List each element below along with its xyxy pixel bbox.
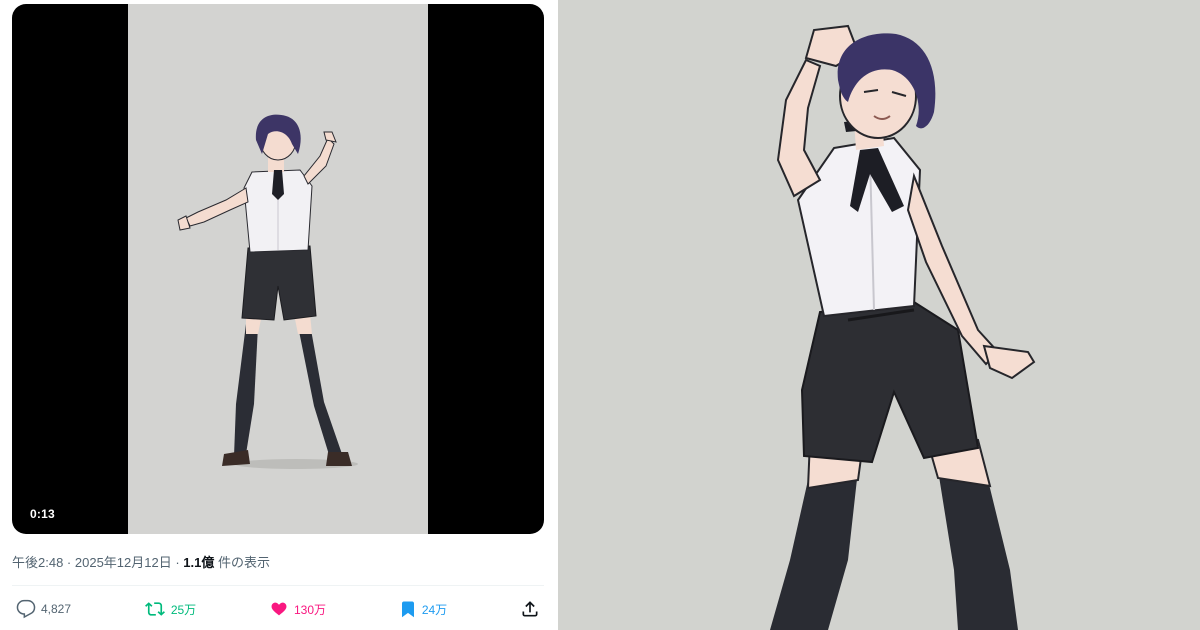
repost-arrows-icon	[144, 602, 165, 616]
share-button[interactable]	[520, 599, 540, 619]
view-count: 1.1億	[183, 555, 215, 570]
zoomed-video-still	[558, 0, 1200, 630]
like-button[interactable]: 130万	[269, 599, 326, 619]
action-bar: 4,827 25万 130万 24万	[12, 596, 544, 622]
meta-separator: ·	[171, 555, 184, 570]
video-player[interactable]: 0:13	[12, 4, 544, 534]
dancing-character-closeup	[770, 24, 1036, 630]
heart-icon	[271, 602, 287, 616]
repost-button[interactable]: 25万	[144, 599, 196, 619]
divider	[12, 585, 544, 586]
video-frame	[128, 4, 428, 534]
tweet-date[interactable]: 2025年12月12日	[75, 555, 172, 570]
bookmark-icon	[401, 601, 414, 618]
tweet-metadata: 午後2:48 · 2025年12月12日 · 1.1億 件の表示	[12, 552, 544, 571]
meta-separator: ·	[63, 555, 75, 570]
dancing-character-illustration	[177, 114, 358, 469]
video-timestamp: 0:13	[30, 507, 55, 521]
tweet-time[interactable]: 午後2:48	[12, 555, 63, 570]
reply-bubble-icon	[16, 599, 36, 619]
like-count: 130万	[293, 602, 327, 617]
tweet-card: 0:13 午後2:48 · 2025年12月12日 · 1.1億 件の表示 4,…	[0, 0, 556, 630]
reply-button[interactable]: 4,827	[16, 599, 71, 619]
bookmark-button[interactable]: 24万	[399, 599, 447, 619]
share-upload-icon	[522, 601, 538, 617]
repost-count: 25万	[170, 602, 197, 617]
view-label: 件の表示	[214, 555, 270, 570]
reply-count: 4,827	[41, 602, 72, 616]
bookmark-count: 24万	[421, 602, 448, 617]
